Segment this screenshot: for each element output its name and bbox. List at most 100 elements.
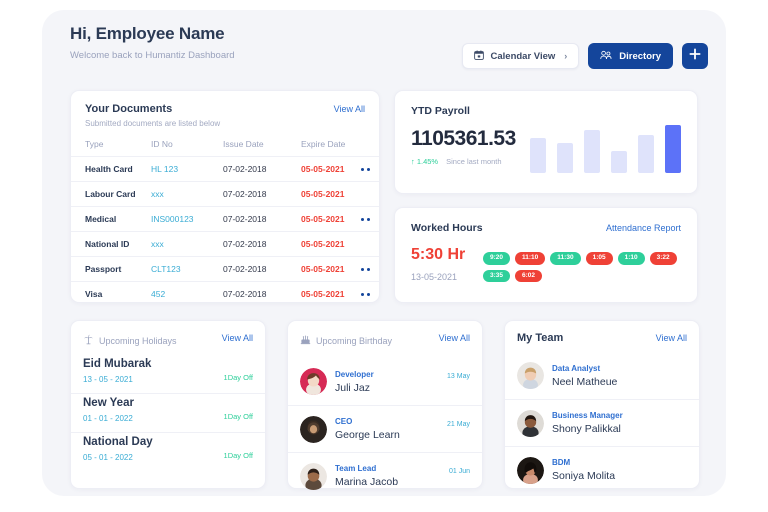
page-title: Hi, Employee Name — [70, 24, 225, 43]
add-button[interactable] — [682, 43, 708, 69]
cell-id[interactable]: INS000123 — [151, 206, 223, 232]
team-header: My Team View All — [505, 321, 699, 352]
person-role: BDM — [552, 458, 571, 467]
calendar-view-button[interactable]: Calendar View › — [461, 43, 580, 69]
list-item[interactable]: New Year 01 - 01 - 2022 1Day Off — [71, 393, 265, 432]
person-name: George Learn — [335, 429, 400, 441]
table-row[interactable]: Visa 452 07-02-2018 05-05-2021 — [71, 281, 379, 306]
person-info: CEO George Learn — [335, 417, 400, 441]
list-item[interactable]: BDM Soniya Molita — [505, 446, 699, 493]
birthday-header: Upcoming Birthday View All — [288, 321, 482, 358]
more-options-icon — [351, 292, 379, 296]
birthday-view-all-link[interactable]: View All — [439, 333, 470, 343]
person-role: Team Lead — [335, 464, 377, 473]
cell-id[interactable]: 452 — [151, 281, 223, 306]
directory-label: Directory — [619, 50, 661, 62]
birthday-date: 01 Jun — [448, 468, 470, 475]
birthday-date: 13 May — [447, 373, 470, 380]
person-info: BDM Soniya Molita — [552, 458, 615, 482]
column-header-id: ID No — [151, 139, 173, 149]
cell-expire-date: 05-05-2021 — [301, 156, 351, 182]
punch-chip: 1:10 — [617, 252, 645, 265]
row-menu-button[interactable] — [351, 231, 379, 257]
more-options-icon — [351, 167, 379, 171]
cell-type: Visa — [71, 281, 151, 306]
cell-type: Medical — [71, 206, 151, 232]
holiday-days-off: 1Day Off — [223, 451, 253, 460]
documents-view-all-link[interactable]: View All — [334, 104, 365, 114]
worked-hours-card: Worked Hours Attendance Report 5:30 Hr 1… — [394, 207, 698, 303]
avatar — [300, 368, 327, 395]
ytd-payroll-bar-chart — [530, 117, 681, 173]
birthday-title: Upcoming Birthday — [316, 336, 393, 346]
holiday-days-off: 1Day Off — [223, 373, 253, 382]
row-menu-button[interactable] — [351, 206, 379, 232]
directory-button[interactable]: Directory — [588, 43, 673, 69]
cell-id[interactable]: HL 123 — [151, 156, 223, 182]
cell-type: Labour Card — [71, 181, 151, 207]
column-header-type: Type — [85, 139, 104, 149]
documents-table: Type ID No Issue Date Expire Date Health… — [71, 136, 379, 306]
chart-bar — [638, 135, 654, 173]
cell-type: National ID — [71, 231, 151, 257]
punch-time-chips: 9:20 11:10 11:30 1:05 1:10 3:22 3:35 6:02 — [483, 252, 688, 282]
holiday-name: National Day — [83, 436, 153, 448]
list-item[interactable]: Data Analyst Neel Matheue — [505, 352, 699, 399]
avatar — [300, 415, 327, 443]
cell-issue-date: 07-02-2018 — [223, 156, 301, 182]
punch-chip: 6:02 — [515, 269, 543, 282]
list-item[interactable]: Team Lead Marina Jacob 01 Jun — [288, 452, 482, 499]
table-row[interactable]: Health Card HL 123 07-02-2018 05-05-2021 — [71, 156, 379, 182]
person-name: Shony Palikkal — [552, 423, 621, 435]
cell-expire-date: 05-05-2021 — [301, 181, 351, 207]
cell-id[interactable]: xxx — [151, 181, 223, 207]
avatar — [517, 456, 544, 484]
my-team-card: My Team View All Data Analyst Neel Mathe… — [504, 320, 700, 489]
chart-bar — [611, 151, 627, 173]
dashboard-container: Hi, Employee Name Welcome back to Humant… — [42, 10, 726, 496]
list-item[interactable]: National Day 05 - 01 - 2022 1Day Off — [71, 432, 265, 471]
documents-header: Your Documents Submitted documents are l… — [71, 91, 379, 130]
list-item[interactable]: Business Manager Shony Palikkal — [505, 399, 699, 446]
row-menu-button[interactable] — [351, 281, 379, 306]
list-item[interactable]: Developer Juli Jaz 13 May — [288, 358, 482, 405]
person-info: Team Lead Marina Jacob — [335, 464, 398, 488]
table-row[interactable]: National ID xxx 07-02-2018 05-05-2021 — [71, 231, 379, 257]
cell-type: Health Card — [71, 156, 151, 182]
avatar — [300, 462, 327, 490]
person-role: Data Analyst — [552, 363, 601, 373]
table-header-row: Type ID No Issue Date Expire Date — [71, 136, 379, 157]
ytd-payroll-title: YTD Payroll — [411, 105, 470, 117]
punch-chip: 3:22 — [649, 252, 677, 265]
cell-expire-date: 05-05-2021 — [301, 281, 351, 306]
ytd-payroll-card: YTD Payroll 1105361.53 ↑ 1.45% Since las… — [394, 90, 698, 194]
column-header-issue-date: Issue Date — [223, 139, 264, 149]
row-menu-button[interactable] — [351, 256, 379, 282]
more-options-icon — [351, 217, 379, 221]
birthday-date: 21 May — [447, 421, 470, 428]
person-name: Juli Jaz — [335, 381, 371, 394]
cell-issue-date: 07-02-2018 — [223, 281, 301, 306]
table-row[interactable]: Labour Card xxx 07-02-2018 05-05-2021 — [71, 181, 379, 207]
list-item[interactable]: Eid Mubarak 13 - 05 - 2021 1Day Off — [71, 358, 265, 393]
documents-subtitle: Submitted documents are listed below — [85, 119, 221, 128]
punch-chip: 11:10 — [515, 252, 546, 265]
attendance-report-link[interactable]: Attendance Report — [606, 223, 681, 233]
chevron-right-icon: › — [564, 51, 568, 61]
person-role: CEO — [335, 417, 353, 426]
ytd-change-caption: Since last month — [446, 157, 502, 166]
row-menu-button[interactable] — [351, 156, 379, 182]
cell-issue-date: 07-02-2018 — [223, 181, 301, 207]
cell-id[interactable]: xxx — [151, 231, 223, 257]
row-menu-button[interactable] — [351, 181, 379, 207]
table-row[interactable]: Medical INS000123 07-02-2018 05-05-2021 — [71, 206, 379, 232]
person-info: Data Analyst Neel Matheue — [552, 364, 617, 388]
cell-id[interactable]: CLT123 — [151, 256, 223, 282]
table-row[interactable]: Passport CLT123 07-02-2018 05-05-2021 — [71, 256, 379, 282]
person-info: Business Manager Shony Palikkal — [552, 411, 623, 435]
team-view-all-link[interactable]: View All — [656, 333, 687, 343]
list-item[interactable]: CEO George Learn 21 May — [288, 405, 482, 452]
holiday-name: Eid Mubarak — [83, 358, 152, 370]
holidays-view-all-link[interactable]: View All — [222, 333, 253, 343]
chart-bar — [584, 130, 600, 173]
